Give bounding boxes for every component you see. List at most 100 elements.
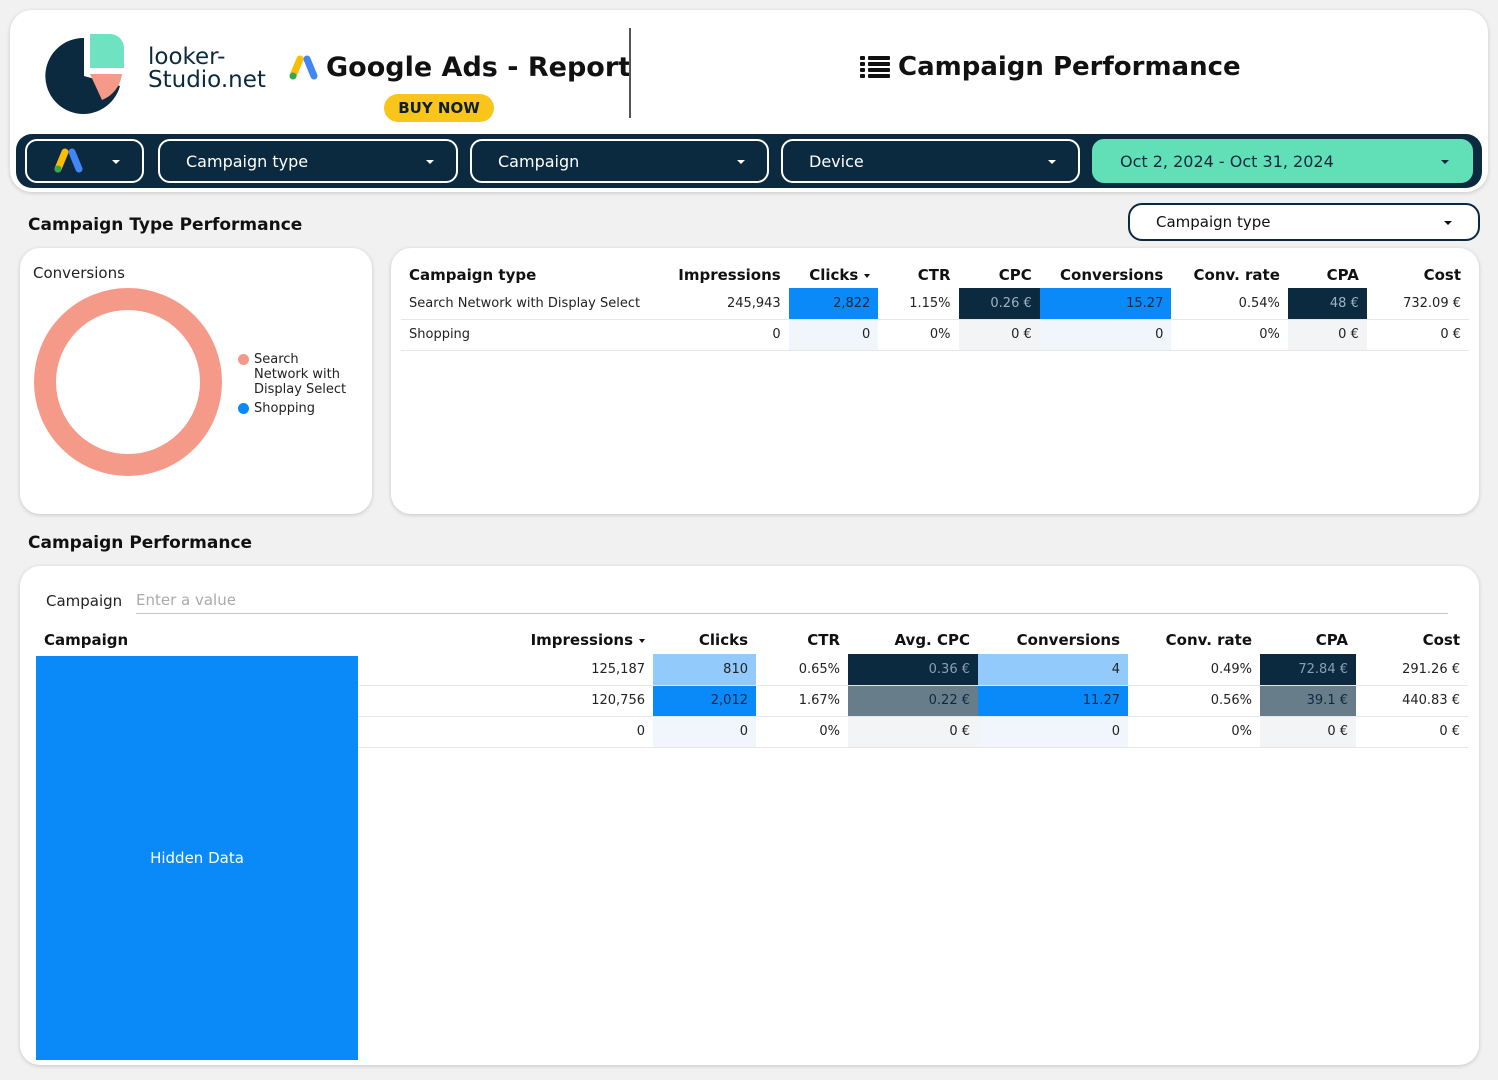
legend-item-shopping[interactable]: Shopping [238, 401, 346, 416]
conversions-donut-card: Conversions Search Network with Display … [20, 248, 372, 514]
donut-slice[interactable] [34, 288, 222, 476]
device-filter-label: Device [809, 151, 864, 171]
campaign-type-table: Campaign type Impressions Clicks CTR CPC… [401, 262, 1469, 351]
column-header[interactable]: Avg. CPC [848, 626, 978, 654]
date-range-picker[interactable]: Oct 2, 2024 - Oct 31, 2024 [1092, 139, 1473, 183]
table-cell: 0% [1171, 319, 1288, 351]
column-header[interactable]: CTR [756, 626, 848, 654]
table-cell: 0.54% [1171, 288, 1288, 320]
table-cell: 0.56% [1128, 685, 1260, 717]
table-cell: 1.15% [878, 288, 959, 320]
table-cell: 732.09 € [1366, 288, 1469, 320]
looker-studio-logo[interactable]: looker- Studio.net [42, 34, 266, 118]
legend-label: Shopping [254, 401, 316, 416]
table-cell: 0 [788, 319, 879, 351]
campaign-filter-dropdown[interactable]: Campaign [470, 139, 769, 183]
table-cell: 125,187 [358, 654, 653, 686]
donut-legend: Search Network with Display Select Shopp… [238, 352, 346, 420]
table-cell: 39.1 € [1260, 685, 1356, 717]
buy-now-button[interactable]: BUY NOW [384, 94, 494, 122]
page-title-text: Campaign Performance [898, 52, 1241, 82]
table-cell: 0 € [1260, 716, 1356, 748]
device-filter-dropdown[interactable]: Device [781, 139, 1080, 183]
campaign-type-table-card: Campaign type Impressions Clicks CTR CPC… [391, 248, 1479, 514]
chevron-down-icon [1048, 160, 1056, 164]
table-cell: 4 [978, 654, 1128, 686]
table-cell: 2,012 [653, 685, 756, 717]
chevron-down-icon [1444, 221, 1452, 225]
column-header-sorted[interactable]: Impressions [358, 626, 653, 654]
report-title-text: Google Ads - Report [326, 52, 632, 83]
table-cell: 0.65% [756, 654, 848, 686]
legend-dot [238, 354, 249, 365]
section-title-campaign-performance: Campaign Performance [28, 533, 253, 553]
campaign-search-input[interactable] [136, 586, 1448, 614]
table-cell: 48 € [1287, 288, 1367, 320]
table-cell: 72.84 € [1260, 654, 1356, 686]
table-cell: 11.27 [978, 685, 1128, 717]
donut-chart-title: Conversions [33, 264, 125, 282]
logo-pie-icon [45, 34, 124, 114]
table-cell: 1.67% [756, 685, 848, 717]
campaign-type-filter-dropdown[interactable]: Campaign type [1128, 203, 1480, 241]
column-header[interactable]: CPA [1288, 262, 1367, 288]
table-cell: 810 [653, 654, 756, 686]
column-header[interactable]: Conversions [978, 626, 1128, 654]
table-cell: 0% [756, 716, 848, 748]
table-cell: 0 [653, 716, 756, 748]
table-cell: 0 € [1366, 319, 1469, 351]
column-header-label: Clicks [809, 266, 859, 284]
column-header[interactable]: Cost [1367, 262, 1469, 288]
column-header[interactable]: Conv. rate [1128, 626, 1260, 654]
table-cell: Shopping [401, 319, 671, 351]
legend-dot [238, 403, 249, 414]
table-cell: 15.27 [1039, 288, 1172, 320]
table-cell: 0.36 € [848, 654, 978, 686]
column-header[interactable]: Conversions [1040, 262, 1172, 288]
header-card: looker- Studio.net Google Ads - Report B… [10, 10, 1488, 192]
table-cell: 2,822 [788, 288, 879, 320]
column-header[interactable]: CPC [959, 262, 1040, 288]
column-header-sorted[interactable]: Clicks [789, 262, 879, 288]
column-header[interactable]: Campaign type [401, 262, 670, 288]
list-icon [860, 56, 890, 78]
table-cell: 0 [978, 716, 1128, 748]
column-header[interactable]: Clicks [653, 626, 756, 654]
section-title-campaign-type: Campaign Type Performance [28, 215, 303, 235]
chevron-down-icon [426, 160, 434, 164]
table-cell: 0 € [958, 319, 1040, 351]
account-filter-dropdown[interactable] [25, 139, 144, 183]
header-divider [629, 28, 631, 118]
column-header-label: Impressions [530, 631, 633, 649]
column-header[interactable]: Campaign [36, 626, 358, 654]
report-title: Google Ads - Report [288, 52, 631, 83]
table-cell: 0% [878, 319, 959, 351]
conversions-donut-chart [34, 288, 222, 476]
table-cell: 0 € [848, 716, 978, 748]
column-header[interactable]: Impressions [670, 262, 788, 288]
table-header-row: Campaign type Impressions Clicks CTR CPC… [401, 262, 1469, 288]
sort-desc-icon [864, 273, 871, 278]
campaign-type-filter-label: Campaign type [186, 151, 309, 171]
legend-item-search-network[interactable]: Search Network with Display Select [238, 352, 346, 397]
campaign-search-label: Campaign [46, 592, 123, 610]
google-ads-icon [289, 55, 318, 79]
hidden-data-overlay: Hidden Data [36, 656, 358, 1060]
chevron-down-icon [737, 160, 745, 164]
table-row[interactable]: Shopping 0 0 0% 0 € 0 0% 0 € 0 € [401, 319, 1469, 351]
table-row[interactable]: Search Network with Display Select 245,9… [401, 288, 1469, 320]
legend-label-line: Search [254, 352, 299, 367]
column-header[interactable]: CTR [878, 262, 958, 288]
page-title: Campaign Performance [860, 52, 1241, 82]
campaign-type-filter-label: Campaign type [1156, 213, 1271, 231]
table-cell: 0 € [1356, 716, 1468, 748]
table-header-row: Campaign Impressions Clicks CTR Avg. CPC… [36, 626, 1468, 654]
column-header[interactable]: Conv. rate [1171, 262, 1288, 288]
campaign-type-filter-dropdown[interactable]: Campaign type [158, 139, 458, 183]
column-header[interactable]: CPA [1260, 626, 1356, 654]
table-cell: Search Network with Display Select [401, 288, 671, 320]
table-cell: 440.83 € [1356, 685, 1468, 717]
column-header[interactable]: Cost [1356, 626, 1468, 654]
table-cell: 0% [1128, 716, 1260, 748]
table-cell: 120,756 [358, 685, 653, 717]
